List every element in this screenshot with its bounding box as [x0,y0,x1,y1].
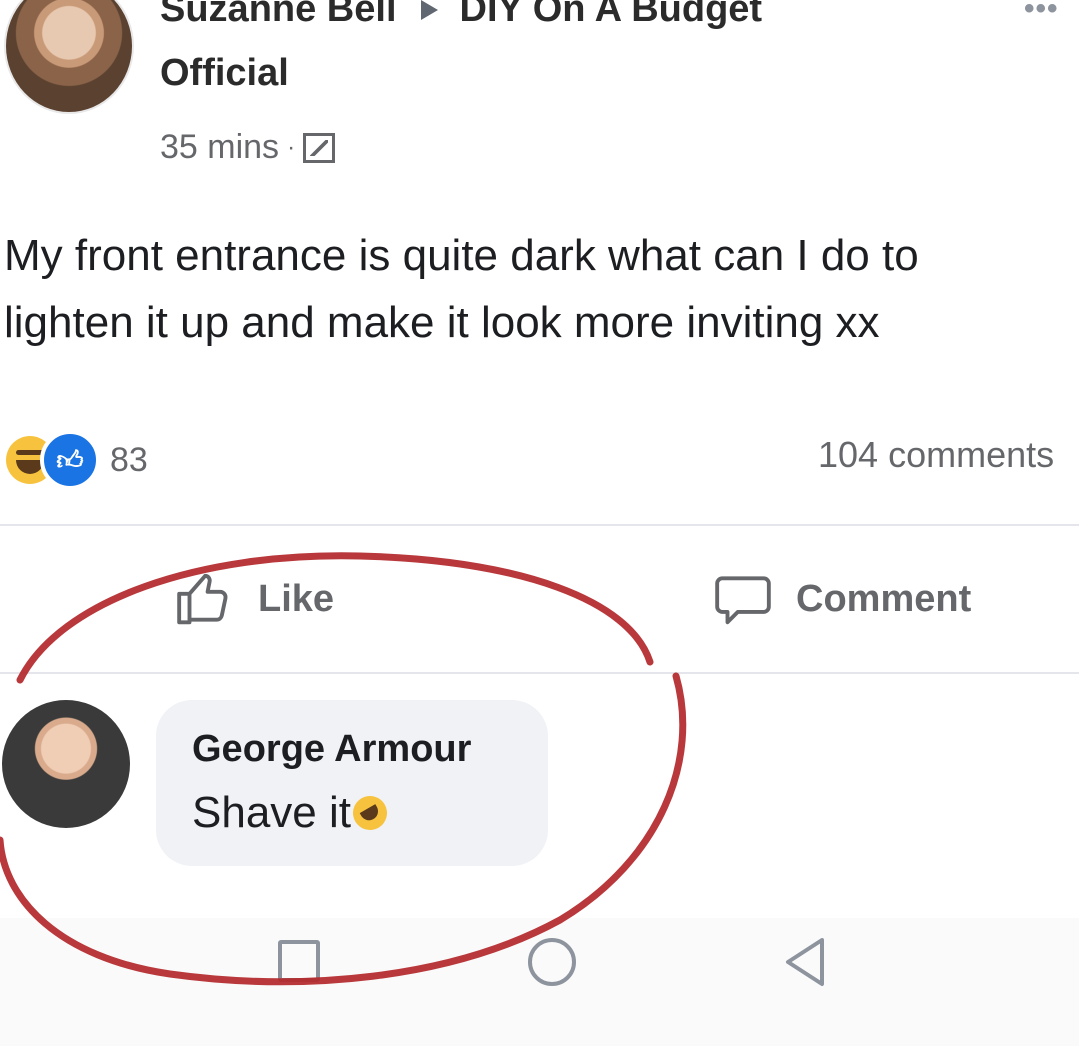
recent-apps-icon[interactable] [278,940,320,982]
more-options-icon[interactable]: ••• [1024,0,1059,26]
comment-button-label: Comment [796,577,972,620]
group-name[interactable]: DIY On A Budget [460,0,763,31]
arrow-right-icon [420,0,438,20]
commenter-avatar[interactable] [2,700,130,828]
comments-count[interactable]: 104 comments [818,434,1054,476]
comment-bubble[interactable] [156,700,548,866]
thumbs-up-icon [177,573,228,625]
comment-body: Shave it [192,788,351,837]
reactions-summary[interactable]: 👍︎ 83 [6,430,148,490]
divider [0,524,1079,526]
post-timestamp[interactable]: 35 mins [160,128,279,167]
comment-text: Shave it [192,788,394,838]
divider [0,672,1079,674]
post-meta: 35 mins · [160,128,336,167]
home-icon[interactable] [528,938,576,986]
post-text: My front entrance is quite dark what can… [4,231,919,347]
like-button[interactable]: Like [174,568,334,630]
post-header-title: Suzanne Bell DIY On A Budget [160,0,762,31]
like-icon: 👍︎ [40,430,100,490]
rofl-icon [346,789,394,837]
comment-bubble-icon [715,576,771,625]
back-icon[interactable] [782,936,828,988]
author-avatar[interactable] [4,0,134,114]
globe-photo-icon [303,132,336,163]
group-name-suffix[interactable]: Official [160,52,289,95]
meta-separator: · [287,133,296,161]
author-name[interactable]: Suzanne Bell [160,0,397,31]
reaction-count: 83 [110,440,148,479]
commenter-name[interactable]: George Armour [192,728,471,771]
comment-button[interactable]: Comment [712,568,971,630]
like-button-label: Like [258,577,335,620]
